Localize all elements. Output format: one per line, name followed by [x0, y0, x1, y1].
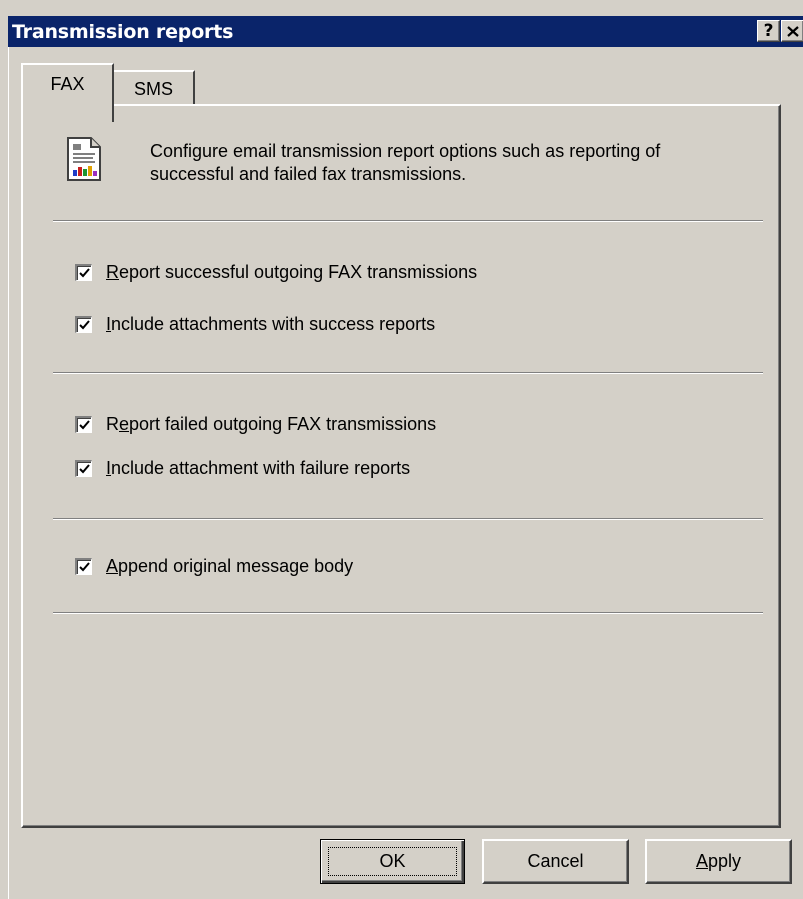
- checkmark-icon: [78, 419, 90, 429]
- report-document-icon: [67, 137, 101, 181]
- include-success-attachments-option[interactable]: Include attachments with success reports: [75, 314, 435, 335]
- append-message-body-label: Append original message body: [106, 556, 354, 576]
- close-button[interactable]: [781, 20, 803, 42]
- include-failure-attachment-option[interactable]: Include attachment with failure reports: [75, 458, 410, 479]
- separator: [53, 220, 763, 222]
- help-button[interactable]: ?: [757, 20, 780, 42]
- append-message-body-checkbox[interactable]: [75, 558, 92, 575]
- close-icon: [786, 25, 799, 37]
- append-message-body-option[interactable]: Append original message body: [75, 556, 353, 577]
- report-failed-checkbox[interactable]: [75, 416, 92, 433]
- tab-sms[interactable]: SMS: [112, 70, 195, 106]
- apply-button[interactable]: Apply: [645, 839, 792, 884]
- include-failure-attachment-label: Include attachment with failure reports: [106, 458, 411, 478]
- separator: [53, 612, 763, 614]
- ok-focus-rect: OK: [328, 847, 457, 876]
- report-success-checkbox[interactable]: [75, 264, 92, 281]
- tab-fax-label: FAX: [50, 74, 85, 94]
- dialog-edge: [8, 47, 9, 899]
- cancel-button[interactable]: Cancel: [482, 839, 629, 884]
- report-failed-option[interactable]: Report failed outgoing FAX transmissions: [75, 414, 436, 435]
- help-icon: ?: [763, 21, 774, 41]
- tab-sms-label: SMS: [133, 78, 173, 99]
- window-title: Transmission reports: [12, 20, 234, 43]
- report-success-label: Report successful outgoing FAX transmiss…: [106, 262, 478, 282]
- checkmark-icon: [78, 561, 90, 571]
- cancel-label: Cancel: [527, 851, 584, 871]
- tab-fax[interactable]: FAX: [21, 63, 114, 122]
- tab-panel-fax: Configure email transmission report opti…: [21, 104, 781, 828]
- separator: [53, 518, 763, 520]
- ok-label: OK: [379, 851, 406, 871]
- report-success-option[interactable]: Report successful outgoing FAX transmiss…: [75, 262, 477, 283]
- include-success-attachments-label: Include attachments with success reports: [106, 314, 436, 334]
- description-text: Configure email transmission report opti…: [150, 141, 661, 184]
- include-success-attachments-checkbox[interactable]: [75, 316, 92, 333]
- apply-label: Apply: [695, 851, 742, 871]
- report-failed-label: Report failed outgoing FAX transmissions: [106, 414, 437, 434]
- checkmark-icon: [78, 463, 90, 473]
- include-failure-attachment-checkbox[interactable]: [75, 460, 92, 477]
- checkmark-icon: [78, 319, 90, 329]
- ok-button[interactable]: OK: [320, 839, 465, 884]
- title-bar[interactable]: Transmission reports ?: [8, 16, 803, 47]
- checkmark-icon: [78, 267, 90, 277]
- separator: [53, 372, 763, 374]
